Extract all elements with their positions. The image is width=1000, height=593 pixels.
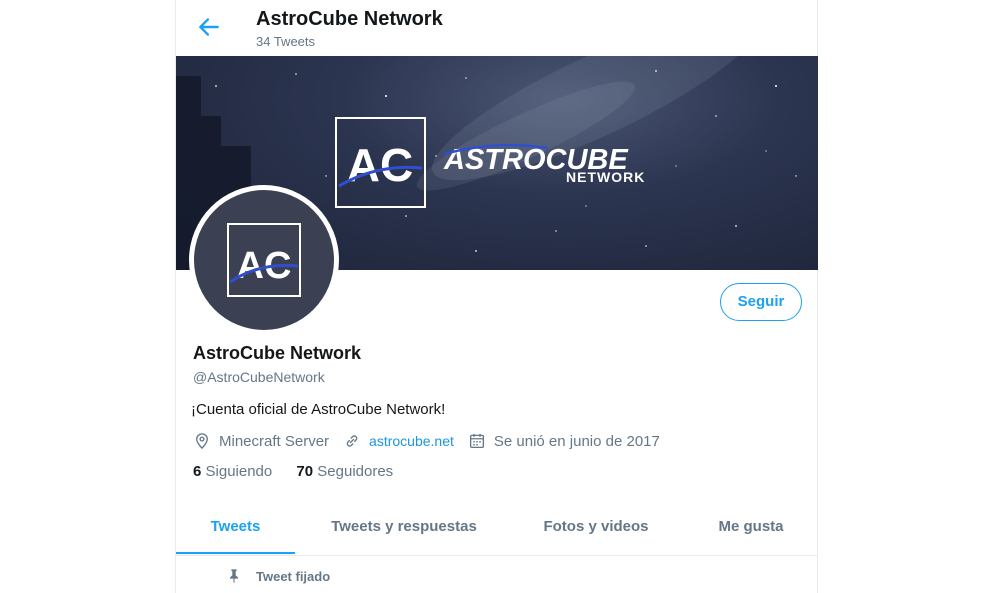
top-header: AstroCube Network 34 Tweets: [176, 0, 818, 56]
tweet-count: 34 Tweets: [256, 34, 316, 49]
location-item: Minecraft Server: [193, 432, 329, 450]
tab-likes[interactable]: Me gusta: [701, 500, 801, 554]
following-count: 6: [193, 463, 202, 480]
followers-count: 70: [296, 463, 314, 480]
pinned-tweet-header: Tweet fijado: [176, 556, 818, 593]
following-link[interactable]: 6 Siguiendo: [193, 463, 272, 480]
avatar-logo: AC: [227, 223, 301, 297]
page-title: AstroCube Network: [256, 8, 443, 30]
website-link[interactable]: astrocube.net: [369, 433, 454, 449]
followers-label: Seguidores: [317, 463, 394, 480]
followers-link[interactable]: 70 Seguidores: [296, 463, 393, 480]
calendar-icon: [469, 433, 484, 449]
follow-counts: 6 Siguiendo 70 Seguidores: [193, 463, 413, 480]
pinned-label: Tweet fijado: [256, 569, 331, 584]
profile-tabs: Tweets Tweets y respuestas Fotos y video…: [176, 500, 818, 556]
profile-name: AstroCube Network: [193, 343, 362, 363]
tab-tweets-replies[interactable]: Tweets y respuestas: [314, 500, 494, 554]
location-pin-icon: [196, 433, 208, 450]
banner-brand-sub: NETWORK: [566, 169, 645, 185]
pin-icon: [230, 569, 238, 583]
website-item: astrocube.net: [343, 432, 454, 450]
tab-media[interactable]: Fotos y videos: [521, 500, 671, 554]
banner-logo-mark: AC: [347, 139, 413, 191]
following-label: Siguiendo: [205, 463, 273, 480]
arrow-left-icon[interactable]: [196, 14, 222, 40]
joined-text: Se unió en junio de 2017: [493, 432, 660, 450]
profile-column: AstroCube Network 34 Tweets AC ASTROCUBE…: [175, 0, 818, 593]
link-icon: [346, 435, 358, 447]
profile-meta: Minecraft Server astrocube.net Se unió e…: [193, 431, 674, 451]
avatar[interactable]: AC: [189, 185, 339, 335]
tab-tweets[interactable]: Tweets: [176, 500, 295, 554]
joined-item: Se unió en junio de 2017: [468, 432, 660, 450]
profile-handle: @AstroCubeNetwork: [193, 369, 325, 385]
follow-button[interactable]: Seguir: [720, 283, 802, 321]
profile-bio: ¡Cuenta oficial de AstroCube Network!: [191, 401, 446, 418]
location-text: Minecraft Server: [219, 432, 330, 450]
